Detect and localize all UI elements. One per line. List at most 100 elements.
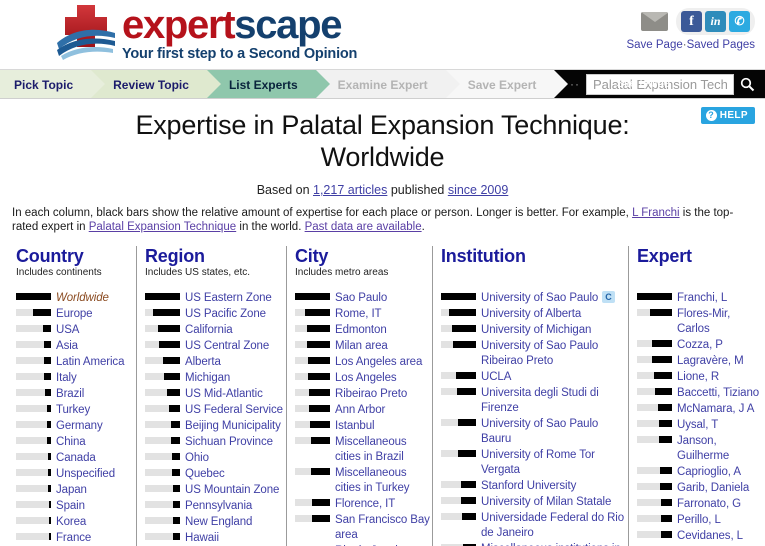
list-item-label[interactable]: Germany: [56, 420, 103, 432]
list-item-label[interactable]: Baccetti, Tiziano: [677, 387, 759, 399]
help-badge[interactable]: ? HELP: [700, 107, 755, 124]
step-review-topic[interactable]: Review Topic: [91, 70, 221, 98]
list-item[interactable]: Istanbul: [295, 418, 432, 433]
list-item-label[interactable]: Caprioglio, A: [677, 466, 741, 478]
list-item[interactable]: Miscellaneous cities in Turkey: [295, 465, 432, 495]
list-item[interactable]: University of Rome Tor Vergata: [441, 447, 628, 477]
list-item[interactable]: Germany: [16, 418, 136, 433]
list-item-label[interactable]: Latin America: [56, 356, 124, 368]
step-pick-topic[interactable]: Pick Topic: [0, 70, 106, 98]
list-item[interactable]: Franchi, L: [637, 290, 765, 305]
list-item-label[interactable]: Korea: [56, 516, 86, 528]
list-item[interactable]: US Mountain Zone: [145, 482, 286, 497]
list-item-label[interactable]: Cevidanes, L: [677, 530, 743, 542]
list-item-label[interactable]: China: [56, 436, 86, 448]
list-item-label[interactable]: Garib, Daniela: [677, 482, 749, 494]
list-item[interactable]: Japan: [16, 482, 136, 497]
list-item-label[interactable]: Farronato, G: [677, 498, 741, 510]
save-page-link[interactable]: Save Page: [626, 39, 682, 51]
list-item[interactable]: Europe: [16, 306, 136, 321]
list-item-label[interactable]: University of Sao Paulo Ribeirao Preto: [481, 340, 598, 367]
list-item-label[interactable]: University of Michigan: [481, 324, 591, 336]
list-item[interactable]: Michigan: [145, 370, 286, 385]
list-item-label[interactable]: Alberta: [185, 356, 221, 368]
list-item[interactable]: Uysal, T: [637, 417, 765, 432]
list-item-label[interactable]: France: [56, 532, 91, 544]
twitter-icon[interactable]: ✆: [729, 11, 750, 32]
list-item[interactable]: Alberta: [145, 354, 286, 369]
list-item[interactable]: US Eastern Zone: [145, 290, 286, 305]
list-item-label[interactable]: University of Alberta: [481, 308, 581, 320]
list-item-label[interactable]: Pennsylvania: [185, 500, 252, 512]
list-item[interactable]: Cozza, P: [637, 337, 765, 352]
list-item[interactable]: Latin America: [16, 354, 136, 369]
list-item-label[interactable]: Miscellaneous cities in Brazil: [335, 436, 407, 463]
list-item[interactable]: Turkey: [16, 402, 136, 417]
list-item[interactable]: Beijing Municipality: [145, 418, 286, 433]
list-item-label[interactable]: Ann Arbor: [335, 404, 385, 416]
list-item[interactable]: US Federal Service: [145, 402, 286, 417]
list-item[interactable]: Caprioglio, A: [637, 464, 765, 479]
list-item-label[interactable]: Uysal, T: [677, 419, 718, 431]
list-item[interactable]: Spain: [16, 498, 136, 513]
list-item-label[interactable]: Lagravère, M: [677, 355, 744, 367]
list-item-label[interactable]: Canada: [56, 452, 96, 464]
list-item[interactable]: Korea: [16, 514, 136, 529]
list-item[interactable]: US Pacific Zone: [145, 306, 286, 321]
list-item-label[interactable]: Universidade Federal do Rio de Janeiro: [481, 512, 624, 539]
list-item-label[interactable]: US Eastern Zone: [185, 292, 272, 304]
list-item[interactable]: Garib, Daniela: [637, 480, 765, 495]
list-item-label[interactable]: Stanford University: [481, 480, 576, 492]
saved-pages-link[interactable]: Saved Pages: [687, 39, 755, 51]
facebook-icon[interactable]: f: [681, 11, 702, 32]
articles-count-link[interactable]: 1,217 articles: [313, 183, 387, 197]
list-item-label[interactable]: Japan: [56, 484, 87, 496]
column-title-region[interactable]: Region: [145, 246, 286, 266]
list-item[interactable]: Lagravère, M: [637, 353, 765, 368]
list-item-label[interactable]: Los Angeles: [335, 372, 397, 384]
list-item[interactable]: Los Angeles area: [295, 354, 432, 369]
list-item[interactable]: Baccetti, Tiziano: [637, 385, 765, 400]
list-item-label[interactable]: Unspecified: [56, 468, 115, 480]
list-item[interactable]: Janson, Guilherme: [637, 433, 765, 463]
list-item[interactable]: Edmonton: [295, 322, 432, 337]
list-item[interactable]: Ribeirao Preto: [295, 386, 432, 401]
list-item-label[interactable]: Europe: [56, 308, 93, 320]
list-item[interactable]: Italy: [16, 370, 136, 385]
list-item[interactable]: University of Michigan: [441, 322, 628, 337]
list-item-label[interactable]: Asia: [56, 340, 78, 352]
list-item-label[interactable]: Quebec: [185, 468, 225, 480]
list-item-label[interactable]: University of Rome Tor Vergata: [481, 449, 595, 476]
list-item-label[interactable]: Michigan: [185, 372, 230, 384]
list-item-label[interactable]: US Federal Service: [185, 404, 283, 416]
list-item-label[interactable]: Sao Paulo: [335, 292, 387, 304]
list-item-label[interactable]: McNamara, J A: [677, 403, 754, 415]
list-item-label[interactable]: Perillo, L: [677, 514, 721, 526]
list-item-label[interactable]: Sichuan Province: [185, 436, 273, 448]
list-item-label[interactable]: Milan area: [335, 340, 388, 352]
list-item-label[interactable]: Lione, R: [677, 371, 719, 383]
list-item-label[interactable]: Franchi, L: [677, 292, 727, 304]
search-button[interactable]: [734, 77, 759, 92]
list-item[interactable]: Miscellaneous institutions in KayseriC: [441, 541, 628, 546]
list-item[interactable]: Los Angeles: [295, 370, 432, 385]
list-item[interactable]: Worldwide: [16, 290, 136, 305]
linkedin-icon[interactable]: in: [705, 11, 726, 32]
list-item[interactable]: University of Milan Statale: [441, 494, 628, 509]
list-item[interactable]: France: [16, 530, 136, 545]
list-item[interactable]: University of Sao Paulo Bauru: [441, 416, 628, 446]
column-title-city[interactable]: City: [295, 246, 432, 266]
list-item-label[interactable]: USA: [56, 324, 79, 336]
since-year-link[interactable]: since 2009: [448, 183, 508, 197]
list-item[interactable]: Rome, IT: [295, 306, 432, 321]
list-item-label[interactable]: Turkey: [56, 404, 90, 416]
list-item-label[interactable]: University of Sao Paulo: [481, 292, 598, 304]
list-item[interactable]: California: [145, 322, 286, 337]
list-item[interactable]: US Central Zone: [145, 338, 286, 353]
list-item-label[interactable]: San Francisco Bay area: [335, 514, 430, 541]
topic-link[interactable]: Palatal Expansion Technique: [89, 221, 236, 233]
list-item[interactable]: San Francisco Bay area: [295, 512, 432, 542]
site-guide-link[interactable]: Site Guide: [616, 78, 670, 90]
list-item[interactable]: McNamara, J A: [637, 401, 765, 416]
list-item-label[interactable]: Edmonton: [335, 324, 387, 336]
